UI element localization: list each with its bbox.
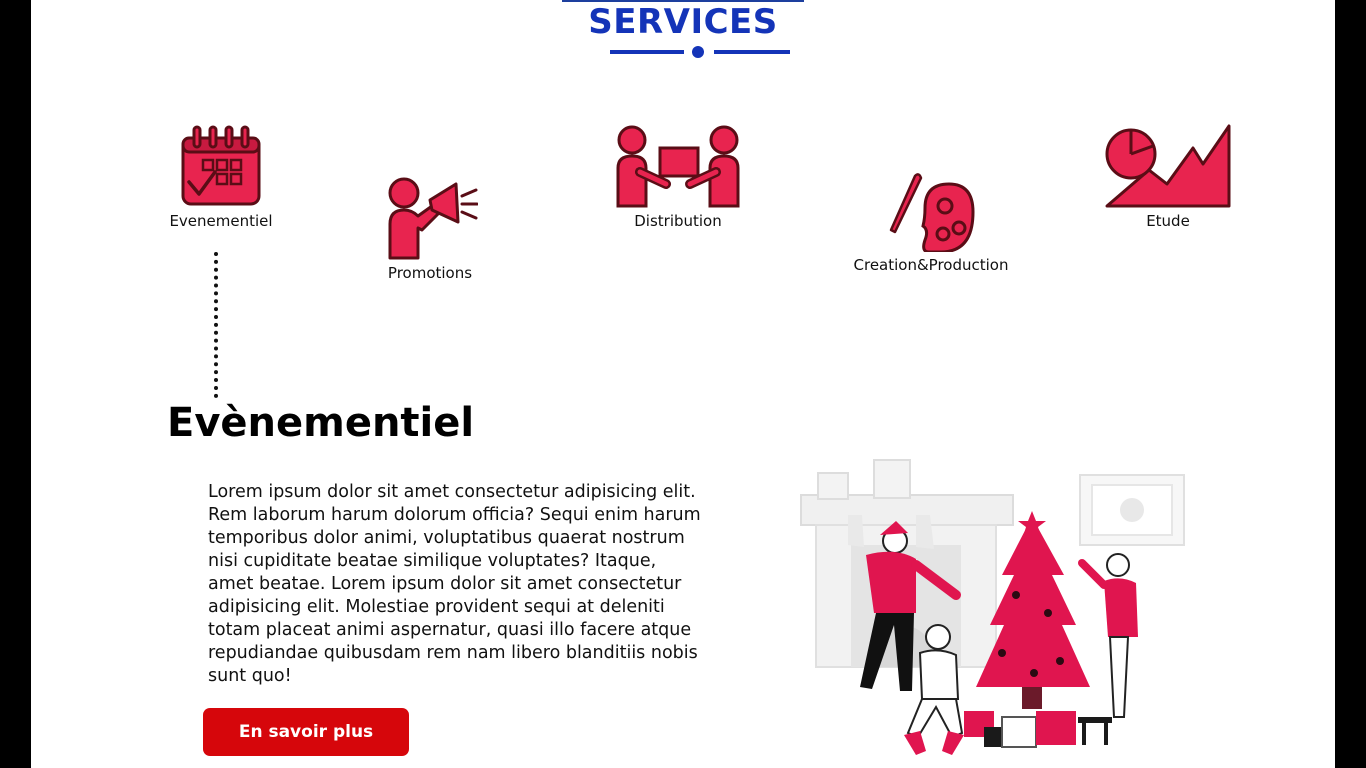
page-title: SERVICES bbox=[588, 2, 778, 42]
service-label: Evenementiel bbox=[169, 212, 273, 230]
service-evenementiel[interactable]: Evenementiel bbox=[151, 124, 291, 230]
section-title: Evènementiel bbox=[167, 400, 475, 446]
service-promotions[interactable]: Promotions bbox=[365, 176, 495, 282]
calendar-icon bbox=[181, 125, 261, 206]
connector-dotted-line bbox=[214, 252, 218, 398]
service-label: Creation&Production bbox=[853, 256, 1009, 274]
title-underline bbox=[610, 46, 790, 58]
service-label: Promotions bbox=[387, 264, 473, 282]
chart-icon bbox=[1105, 124, 1231, 208]
handover-icon bbox=[616, 125, 740, 208]
learn-more-button[interactable]: En savoir plus bbox=[203, 708, 409, 756]
megaphone-icon bbox=[388, 177, 478, 260]
christmas-illustration bbox=[800, 459, 1185, 755]
palette-icon bbox=[889, 173, 975, 252]
services-page: SERVICES Evenementiel Promotions Distrib… bbox=[31, 0, 1335, 768]
service-label: Etude bbox=[1146, 212, 1190, 230]
section-description: Lorem ipsum dolor sit amet consectetur a… bbox=[208, 482, 701, 686]
service-label: Distribution bbox=[634, 212, 722, 230]
service-creation-production[interactable]: Creation&Production bbox=[841, 168, 1021, 274]
service-etude[interactable]: Etude bbox=[1095, 124, 1241, 230]
service-distribution[interactable]: Distribution bbox=[603, 124, 753, 230]
